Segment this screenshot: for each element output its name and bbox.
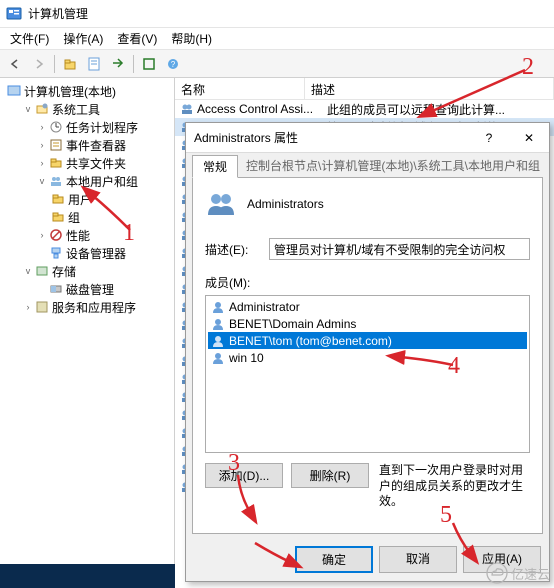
tree-users[interactable]: 用户: [0, 190, 174, 208]
export-button[interactable]: [107, 53, 129, 75]
user-icon: [210, 333, 226, 349]
cancel-button[interactable]: 取消: [379, 546, 457, 573]
menu-view[interactable]: 查看(V): [111, 28, 163, 49]
member-label: Administrator: [229, 300, 300, 314]
add-button[interactable]: 添加(D)...: [205, 463, 283, 488]
user-icon: [210, 299, 226, 315]
tree-root[interactable]: 计算机管理(本地): [0, 82, 174, 100]
membership-note: 直到下一次用户登录时对用户的组成员关系的更改才生效。: [379, 463, 530, 510]
row-desc: 此组的成员可以远程查询此计算...: [327, 101, 554, 118]
tree-storage[interactable]: v 存储: [0, 262, 174, 280]
tree-disk-management[interactable]: 磁盘管理: [0, 280, 174, 298]
tab-body: Administrators 描述(E): 成员(M): Administrat…: [192, 177, 543, 534]
tree-event-viewer[interactable]: › 事件查看器: [0, 136, 174, 154]
title-bar: 计算机管理: [0, 0, 554, 28]
user-icon: [210, 316, 226, 332]
member-label: BENET\Domain Admins: [229, 317, 356, 331]
member-row[interactable]: BENET\tom (tom@benet.com): [208, 332, 527, 349]
remove-button[interactable]: 删除(R): [291, 463, 369, 488]
tree-task-scheduler[interactable]: › 任务计划程序: [0, 118, 174, 136]
desc-label: 描述(E):: [205, 241, 269, 258]
member-row[interactable]: BENET\Domain Admins: [208, 315, 527, 332]
svg-text:?: ?: [171, 60, 176, 69]
tree-local-users-groups[interactable]: v 本地用户和组: [0, 172, 174, 190]
member-row[interactable]: win 10: [208, 349, 527, 366]
menu-file[interactable]: 文件(F): [4, 28, 55, 49]
taskbar-fragment: [0, 564, 175, 588]
member-label: BENET\tom (tom@benet.com): [229, 334, 392, 348]
app-icon: [6, 6, 22, 22]
menu-help[interactable]: 帮助(H): [165, 28, 218, 49]
close-button[interactable]: ✕: [509, 124, 549, 152]
watermark: 亿速云: [486, 562, 550, 584]
tree-shared-folders[interactable]: › 共享文件夹: [0, 154, 174, 172]
navigation-tree[interactable]: 计算机管理(本地) v 系统工具 › 任务计划程序 › 事件查看器 › 共享文件…: [0, 78, 175, 588]
properties-button[interactable]: [83, 53, 105, 75]
tree-system-tools[interactable]: v 系统工具: [0, 100, 174, 118]
toolbar: ?: [0, 50, 554, 78]
member-row[interactable]: Administrator: [208, 298, 527, 315]
user-icon: [210, 350, 226, 366]
member-label: win 10: [229, 351, 264, 365]
help-button[interactable]: ?: [162, 53, 184, 75]
list-header: 名称 描述: [175, 78, 554, 100]
members-label: 成员(M):: [205, 274, 530, 291]
tab-path: 控制台根节点\计算机管理(本地)\系统工具\本地用户和组: [238, 154, 543, 177]
dialog-group-name: Administrators: [247, 197, 324, 211]
tab-general[interactable]: 常规: [192, 155, 238, 178]
watermark-logo-icon: [486, 562, 508, 584]
col-name[interactable]: 名称: [175, 78, 305, 99]
menu-action[interactable]: 操作(A): [57, 28, 109, 49]
refresh-button[interactable]: [138, 53, 160, 75]
tab-strip: 常规 控制台根节点\计算机管理(本地)\系统工具\本地用户和组: [186, 153, 549, 177]
tree-performance[interactable]: › 性能: [0, 226, 174, 244]
menu-bar: 文件(F) 操作(A) 查看(V) 帮助(H): [0, 28, 554, 50]
help-button[interactable]: ?: [469, 124, 509, 152]
row-name: Access Control Assi...: [197, 102, 327, 116]
window-title: 计算机管理: [28, 5, 88, 22]
tree-services-apps[interactable]: › 服务和应用程序: [0, 298, 174, 316]
properties-dialog: Administrators 属性 ? ✕ 常规 控制台根节点\计算机管理(本地…: [185, 122, 550, 582]
group-icon: [179, 101, 195, 117]
forward-button[interactable]: [28, 53, 50, 75]
list-row[interactable]: Access Control Assi...此组的成员可以远程查询此计算...: [175, 100, 554, 118]
group-icon: [205, 188, 237, 220]
col-desc[interactable]: 描述: [305, 78, 554, 99]
watermark-text: 亿速云: [511, 564, 550, 583]
tree-groups[interactable]: 组: [0, 208, 174, 226]
dialog-title: Administrators 属性: [194, 129, 469, 146]
ok-button[interactable]: 确定: [295, 546, 373, 573]
desc-input[interactable]: [269, 238, 530, 260]
back-button[interactable]: [4, 53, 26, 75]
dialog-titlebar[interactable]: Administrators 属性 ? ✕: [186, 123, 549, 153]
members-list[interactable]: Administrator BENET\Domain Admins BENET\to…: [205, 295, 530, 453]
up-button[interactable]: [59, 53, 81, 75]
tree-device-manager[interactable]: 设备管理器: [0, 244, 174, 262]
